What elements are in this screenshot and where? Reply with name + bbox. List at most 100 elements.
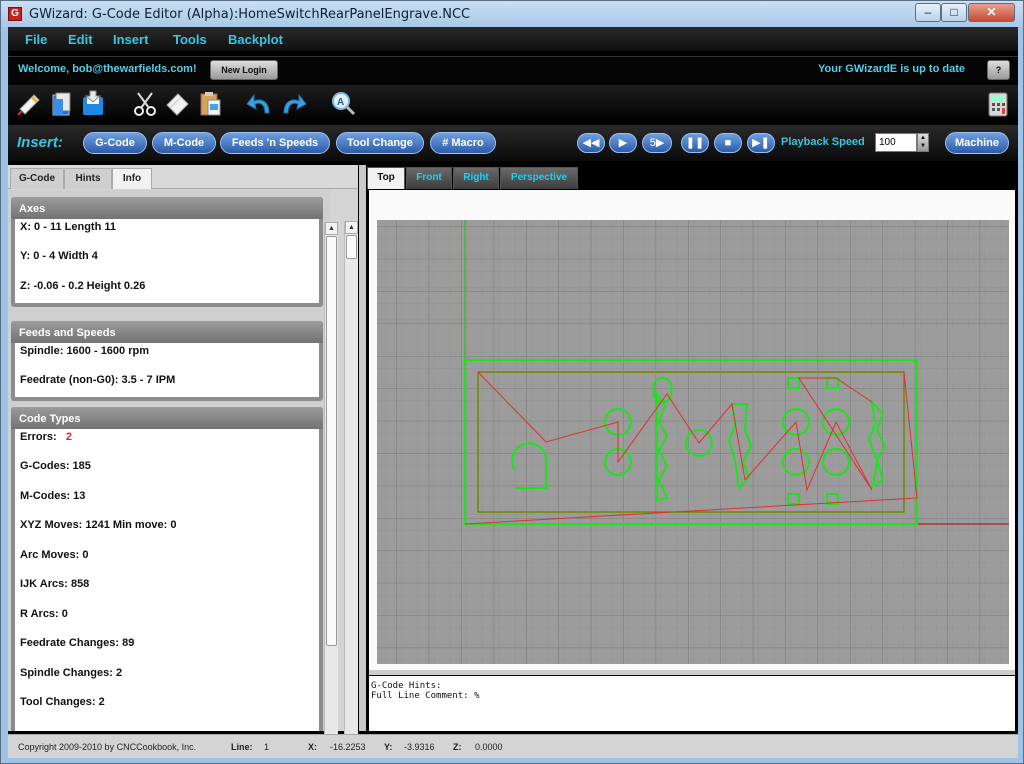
minimize-button[interactable]: – <box>915 3 941 22</box>
insert-macro-button[interactable]: # Macro <box>430 132 496 154</box>
tab-top[interactable]: Top <box>367 167 405 189</box>
menu-insert[interactable]: Insert <box>113 32 148 47</box>
ijk-arcs-row: IJK Arcs: 858 <box>20 578 90 590</box>
feedrate-changes-row: Feedrate Changes: 89 <box>20 637 135 649</box>
insert-gcode-button[interactable]: G-Code <box>83 132 147 154</box>
grid-major <box>377 220 1009 664</box>
feeds-section: Feeds and Speeds Spindle: 1600 - 1600 rp… <box>11 321 323 401</box>
step-icon: ▶ <box>655 137 665 149</box>
axes-z-row: Z: -0.06 - 0.2 Height 0.26 <box>20 280 146 292</box>
open-file-icon[interactable] <box>46 89 76 119</box>
hints-title: G-Code Hints: <box>371 681 442 691</box>
errors-value: 2 <box>65 431 72 443</box>
outer-scrollbar[interactable]: ▲ ▼ <box>344 221 358 753</box>
rewind-icon: ◀◀ <box>582 137 600 149</box>
insert-tool-change-button[interactable]: Tool Change <box>336 132 424 154</box>
insert-bar: Insert: G-Code M-Code Feeds 'n Speeds To… <box>8 125 1018 161</box>
new-login-button[interactable]: New Login <box>210 60 278 80</box>
end-icon: ▶❚ <box>752 137 770 149</box>
scroll-thumb[interactable] <box>326 236 337 646</box>
errors-row: Errors: 2 <box>20 431 72 443</box>
play-button[interactable]: ▶ <box>609 133 637 153</box>
feedrate-row: Feedrate (non-G0): 3.5 - 7 IPM <box>20 374 176 386</box>
playback-speed-input[interactable]: 100 <box>875 133 917 152</box>
hints-line: Full Line Comment: % <box>371 691 480 701</box>
line-label: Line: <box>231 742 253 752</box>
status-bar: Copyright 2009-2010 by CNCCookbook, Inc.… <box>8 734 1018 758</box>
step-button[interactable]: 5▶ <box>642 133 672 153</box>
menu-backplot[interactable]: Backplot <box>228 32 283 47</box>
z-coordinate: 0.0000 <box>475 742 503 752</box>
backplot-panel: Top Front Right Perspective G-Code Hints… <box>366 165 1018 731</box>
xyz-moves-row: XYZ Moves: 1241 Min move: 0 <box>20 519 177 531</box>
spindle-row: Spindle: 1600 - 1600 rpm <box>20 345 149 357</box>
arc-moves-row: Arc Moves: 0 <box>20 549 89 561</box>
x-label: X: <box>308 742 317 752</box>
menu-file[interactable]: File <box>25 32 47 47</box>
paste-icon[interactable] <box>195 89 225 119</box>
spindle-changes-row: Spindle Changes: 2 <box>20 667 123 679</box>
vertical-splitter[interactable] <box>359 165 366 731</box>
copyright-text: Copyright 2009-2010 by CNCCookbook, Inc. <box>18 742 197 752</box>
outer-scroll-thumb[interactable] <box>346 235 357 259</box>
gcodes-row: G-Codes: 185 <box>20 460 91 472</box>
window-title: GWizard: G-Code Editor (Alpha):HomeSwitc… <box>29 7 471 22</box>
pause-button[interactable]: ❚❚ <box>681 133 709 153</box>
insert-feeds-speeds-button[interactable]: Feeds 'n Speeds <box>220 132 330 154</box>
inner-scrollbar[interactable]: ▲ ▼ <box>324 222 338 753</box>
play-icon: ▶ <box>618 137 628 149</box>
stop-icon: ■ <box>724 137 732 149</box>
save-icon[interactable] <box>78 89 108 119</box>
app-window: G GWizard: G-Code Editor (Alpha):HomeSwi… <box>0 0 1024 764</box>
machine-button[interactable]: Machine <box>945 132 1009 154</box>
feeds-body: Spindle: 1600 - 1600 rpm Feedrate (non-G… <box>15 343 319 397</box>
axes-x-row: X: 0 - 11 Length 11 <box>20 221 116 233</box>
outer-scroll-up-icon[interactable]: ▲ <box>345 221 358 234</box>
code-types-title: Code Types <box>11 407 323 429</box>
svg-text:A: A <box>337 97 344 108</box>
new-file-icon[interactable] <box>14 89 44 119</box>
backplot-view[interactable] <box>369 190 1015 670</box>
feeds-title: Feeds and Speeds <box>11 321 323 343</box>
tab-right[interactable]: Right <box>453 167 499 189</box>
scroll-up-icon[interactable]: ▲ <box>325 222 338 235</box>
z-label: Z: <box>453 742 462 752</box>
errors-label: Errors: <box>20 431 57 443</box>
pause-icon: ❚❚ <box>685 137 705 149</box>
insert-label: Insert: <box>17 134 63 151</box>
tab-front[interactable]: Front <box>406 167 452 189</box>
tab-gcode[interactable]: G-Code <box>10 168 64 189</box>
tab-hints[interactable]: Hints <box>64 168 112 189</box>
close-button[interactable]: ✕ <box>968 3 1015 22</box>
info-scroll-area: Axes X: 0 - 11 Length 11 Y: 0 - 4 Width … <box>8 190 330 731</box>
axes-section: Axes X: 0 - 11 Length 11 Y: 0 - 4 Width … <box>11 197 323 307</box>
cut-icon[interactable] <box>130 89 160 119</box>
horizontal-splitter[interactable] <box>369 670 1015 675</box>
axes-title: Axes <box>11 197 323 219</box>
gwizard-logo-icon: G <box>8 7 22 21</box>
calculator-icon[interactable] <box>983 89 1013 119</box>
help-button[interactable]: ? <box>987 60 1010 80</box>
tab-info[interactable]: Info <box>112 168 152 189</box>
copy-icon[interactable] <box>162 89 192 119</box>
account-bar: Welcome, bob@thewarfields.com! New Login… <box>8 56 1018 82</box>
menu-tools[interactable]: Tools <box>173 32 207 47</box>
redo-icon[interactable] <box>278 89 308 119</box>
maximize-button[interactable]: □ <box>941 3 967 22</box>
stop-button[interactable]: ■ <box>714 133 742 153</box>
find-icon[interactable]: A <box>328 89 358 119</box>
line-value: 1 <box>264 742 270 752</box>
playback-speed-label: Playback Speed <box>781 136 865 148</box>
welcome-text: Welcome, bob@thewarfields.com! <box>18 63 197 75</box>
rewind-button[interactable]: ◀◀ <box>577 133 605 153</box>
toolbar: A <box>8 85 1018 123</box>
end-button[interactable]: ▶❚ <box>747 133 775 153</box>
toolpath-canvas[interactable] <box>369 190 1015 670</box>
app-body: File Edit Insert Tools Backplot Welcome,… <box>8 27 1018 758</box>
menu-edit[interactable]: Edit <box>68 32 93 47</box>
undo-icon[interactable] <box>245 89 275 119</box>
tab-perspective[interactable]: Perspective <box>500 167 578 189</box>
playback-speed-spinner[interactable]: ▲ ▼ <box>917 133 929 152</box>
code-types-body: Errors: 2 G-Codes: 185 M-Codes: 13 XYZ M… <box>15 429 319 731</box>
insert-mcode-button[interactable]: M-Code <box>152 132 216 154</box>
